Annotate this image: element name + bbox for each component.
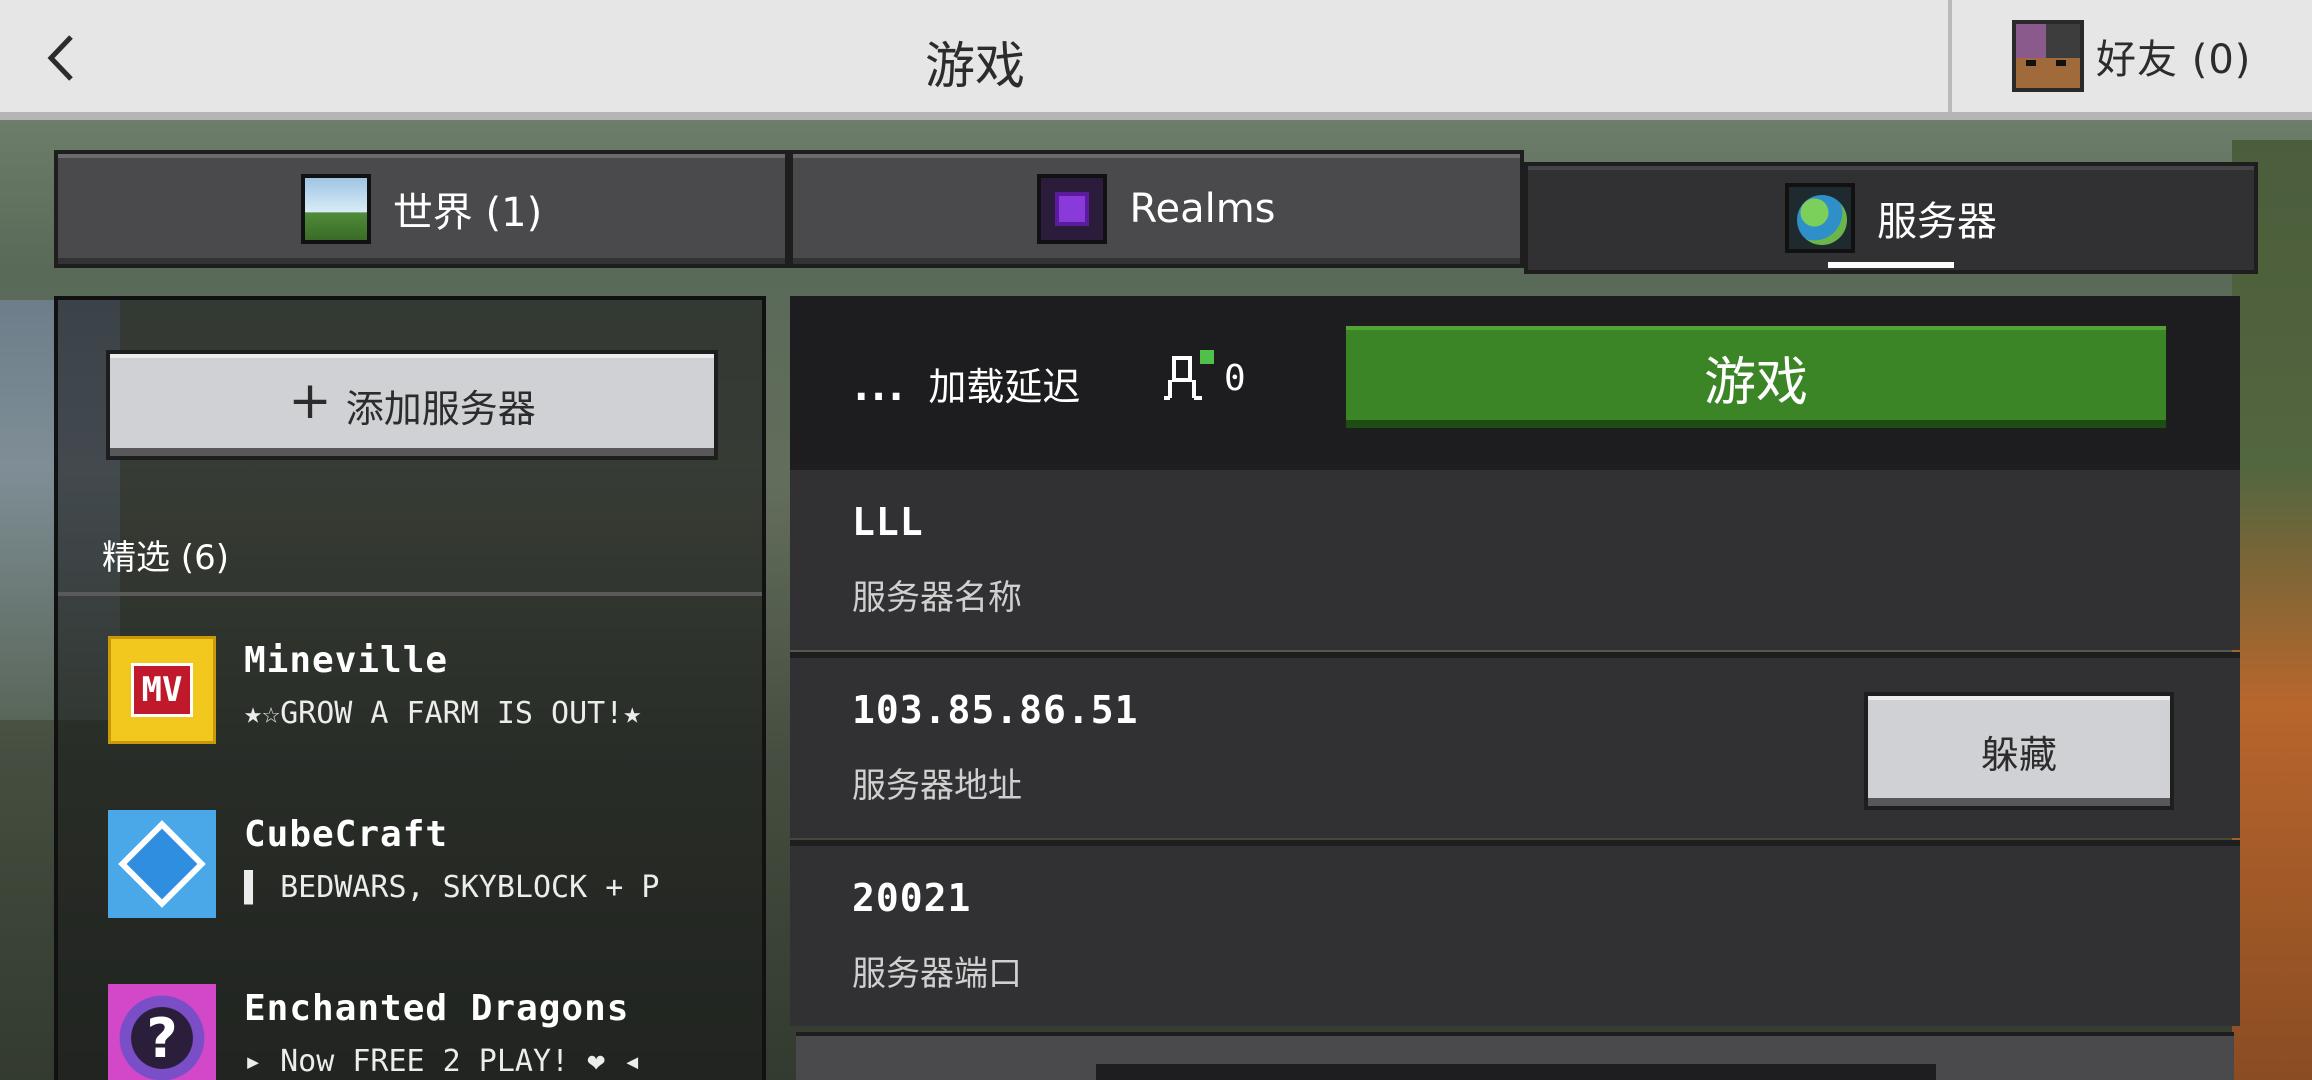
- server-port-field: 20021 服务器端口: [790, 840, 2240, 1026]
- latency-signal-icon: ...: [854, 365, 907, 409]
- hide-address-button[interactable]: 躲藏: [1864, 692, 2174, 810]
- divider: [58, 592, 762, 596]
- server-globe-icon: [1785, 183, 1855, 253]
- add-server-button[interactable]: + 添加服务器: [106, 350, 718, 460]
- player-count-value: 0: [1224, 357, 1246, 399]
- tab-worlds-label: 世界 (1): [392, 190, 543, 236]
- cubecraft-logo-icon: [108, 810, 216, 918]
- enchanted-dragons-logo-icon: ?: [108, 984, 216, 1080]
- server-motd: ▸ Now FREE 2 PLAY! ❤ ◂: [244, 1044, 642, 1079]
- server-list-panel: + 添加服务器 精选 (6) MV Mineville ★☆GROW A FAR…: [54, 296, 766, 1080]
- server-address-value: 103.85.86.51: [852, 688, 1139, 732]
- bottom-button-edge: [1096, 1064, 1936, 1080]
- tab-worlds[interactable]: 世界 (1): [54, 150, 789, 268]
- tab-realms-label: Realms: [1129, 186, 1276, 232]
- world-icon: [300, 174, 371, 244]
- server-name: Enchanted Dragons: [244, 988, 630, 1029]
- server-address-field: 103.85.86.51 服务器地址 躲藏: [790, 652, 2240, 838]
- top-header: 游戏 好友 (0): [0, 0, 2312, 120]
- players-icon: [1164, 350, 1214, 400]
- server-list-item-cubecraft[interactable]: CubeCraft ▌ BEDWARS, SKYBLOCK + P: [108, 810, 758, 928]
- server-list-item-enchanted-dragons[interactable]: ? Enchanted Dragons ▸ Now FREE 2 PLAY! ❤…: [108, 984, 758, 1080]
- server-name-value: LLL: [852, 500, 924, 544]
- tab-servers-label: 服务器: [1877, 199, 1997, 245]
- latency-label: 加载延迟: [928, 365, 1081, 409]
- page-title: 游戏: [925, 37, 1025, 95]
- player-count: 0: [1160, 348, 1246, 408]
- server-details-panel: ... 加载延迟 0 游戏 LLL 服务器名称 103.85.86.51 服务器…: [790, 296, 2240, 1080]
- background-scenery-right: [2232, 140, 2312, 1080]
- server-address-label: 服务器地址: [852, 766, 1022, 806]
- server-status-bar: ... 加载延迟 0 游戏: [790, 296, 2240, 464]
- tab-bar: 世界 (1) Realms 服务器: [54, 150, 2258, 274]
- server-port-label: 服务器端口: [852, 954, 1022, 994]
- friends-button[interactable]: 好友 (0): [1948, 0, 2312, 112]
- bottom-button-strip[interactable]: [796, 1032, 2234, 1080]
- friends-label: 好友 (0): [2096, 37, 2252, 83]
- server-name-field: LLL 服务器名称: [790, 464, 2240, 650]
- server-list-item-mineville[interactable]: MV Mineville ★☆GROW A FARM IS OUT!★: [108, 636, 758, 754]
- play-button[interactable]: 游戏: [1342, 322, 2170, 432]
- server-motd: ▌ BEDWARS, SKYBLOCK + P: [244, 870, 660, 905]
- server-name: CubeCraft: [244, 814, 449, 855]
- realms-icon: [1037, 174, 1108, 244]
- server-name-label: 服务器名称: [852, 578, 1022, 618]
- latency-status: ... 加载延迟: [854, 356, 1080, 411]
- add-server-label: 添加服务器: [345, 386, 536, 431]
- featured-section-header: 精选 (6): [102, 538, 229, 578]
- mineville-logo-icon: MV: [108, 636, 216, 744]
- friends-avatar-icon: [2012, 20, 2084, 92]
- server-motd: ★☆GROW A FARM IS OUT!★: [244, 696, 642, 731]
- plus-icon: +: [288, 371, 332, 431]
- server-name: Mineville: [244, 640, 449, 681]
- tab-servers[interactable]: 服务器: [1524, 162, 2258, 274]
- server-port-value: 20021: [852, 876, 972, 920]
- tab-realms[interactable]: Realms: [789, 150, 1524, 268]
- active-tab-indicator: [1828, 262, 1954, 268]
